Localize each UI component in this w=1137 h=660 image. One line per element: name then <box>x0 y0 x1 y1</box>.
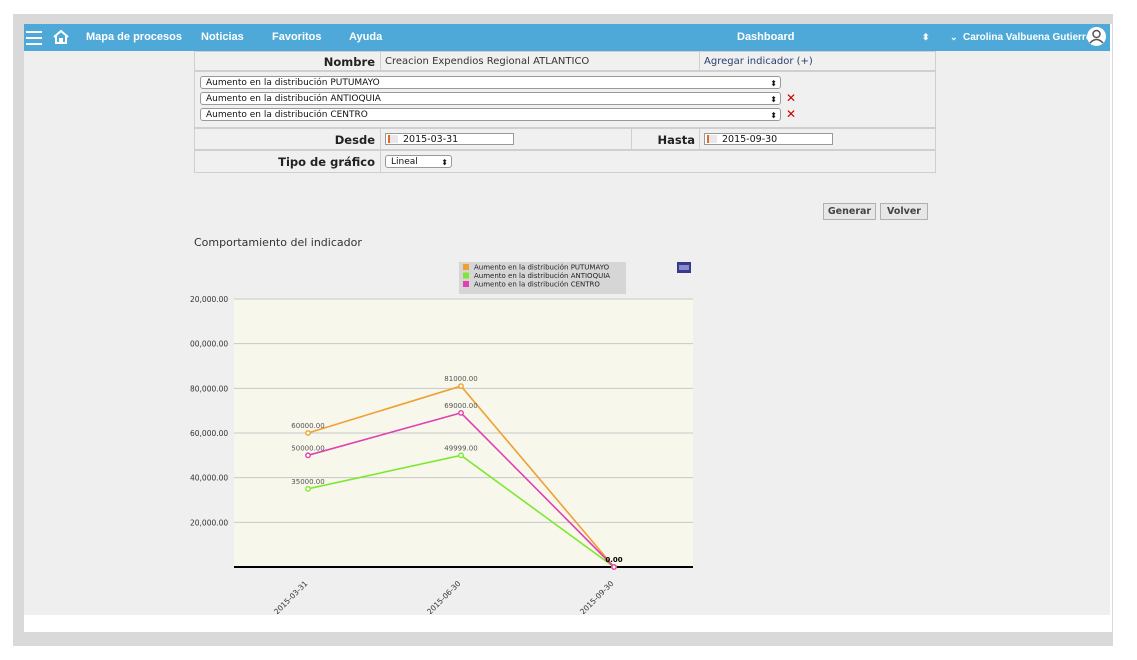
y-tick-label: 20,000.00 <box>190 295 228 304</box>
data-label: 81000.00 <box>444 375 477 383</box>
nav-noticias[interactable]: Noticias <box>201 24 244 51</box>
data-label: 50000.00 <box>291 444 324 452</box>
select-arrow-icon: ⬍ <box>441 158 448 167</box>
nav-mapa-procesos[interactable]: Mapa de procesos <box>86 24 182 51</box>
line-chart: 20,000.00 00,000.00 80,000.00 60,000.00 40,0… <box>190 262 693 614</box>
desde-date-value: 2015-03-31 <box>403 134 459 145</box>
nav-dashboard[interactable]: Dashboard <box>737 24 794 51</box>
data-point <box>458 452 464 459</box>
app-area: Mapa de procesos Noticias Favoritos Ayud… <box>24 24 1110 615</box>
calendar-icon[interactable] <box>388 135 398 143</box>
hasta-date-value: 2015-09-30 <box>722 134 778 145</box>
home-icon[interactable] <box>52 28 70 46</box>
select-arrow-icon: ⬍ <box>770 111 777 120</box>
nav-ayuda[interactable]: Ayuda <box>349 24 382 51</box>
data-point <box>305 452 311 459</box>
avatar-icon[interactable] <box>1087 27 1106 46</box>
indicador-select-3[interactable]: Aumento en la distribución CENTRO ⬍ <box>200 108 781 121</box>
y-tick-label: 20,000.00 <box>190 518 228 527</box>
indicador-select-1-value: Aumento en la distribución PUTUMAYO <box>206 78 380 88</box>
tipo-grafico-select[interactable]: Lineal ⬍ <box>385 155 452 168</box>
fechas-row: Desde 2015-03-31 Hasta 2015-09-30 <box>194 128 936 150</box>
data-point <box>305 430 311 436</box>
y-tick-label: 00,000.00 <box>190 340 228 349</box>
nav-favoritos[interactable]: Favoritos <box>272 24 322 51</box>
tipo-grafico-label: Tipo de gráfico <box>278 155 375 169</box>
agregar-indicador-link[interactable]: Agregar indicador (+) <box>704 56 813 67</box>
x-tick-label: 2015-03-31 <box>272 579 309 614</box>
x-tick-label: 2015-09-30 <box>578 579 615 614</box>
chart-title: Comportamiento del indicador <box>194 236 362 249</box>
calendar-icon[interactable] <box>707 135 717 143</box>
data-point <box>458 383 464 390</box>
tipo-grafico-row: Tipo de gráfico Lineal ⬍ <box>194 150 936 173</box>
remove-indicador-2-icon[interactable]: ✕ <box>786 92 796 104</box>
y-tick-label: 60,000.00 <box>190 429 228 438</box>
data-point <box>458 409 464 416</box>
volver-button[interactable]: Volver <box>880 203 928 220</box>
menu-icon[interactable] <box>26 31 42 45</box>
legend-label: Aumento en la distribución ANTIOQUIA <box>474 272 610 280</box>
legend-swatch <box>463 272 469 279</box>
legend-label: Aumento en la distribución PUTUMAYO <box>474 264 610 272</box>
generar-button[interactable]: Generar <box>823 203 876 220</box>
tipo-grafico-value: Lineal <box>391 157 418 167</box>
data-point <box>305 485 311 492</box>
indicador-select-2[interactable]: Aumento en la distribución ANTIOQUIA ⬍ <box>200 92 781 105</box>
data-label: 60000.00 <box>291 422 324 430</box>
nombre-label: Nombre <box>323 55 375 69</box>
chevron-down-icon[interactable]: ⌄ <box>950 24 958 51</box>
data-label: 69000.00 <box>444 402 477 410</box>
y-tick-label: 80,000.00 <box>190 384 228 393</box>
indicador-select-1[interactable]: Aumento en la distribución PUTUMAYO ⬍ <box>200 76 781 89</box>
select-arrow-icon: ⬍ <box>770 95 777 104</box>
user-name[interactable]: Carolina Valbuena Gutierrez <box>963 24 1096 51</box>
indicador-select-3-value: Aumento en la distribución CENTRO <box>206 110 368 120</box>
hasta-label: Hasta <box>657 133 696 147</box>
legend-swatch <box>463 264 469 270</box>
dashboard-select-arrow-icon[interactable]: ⬍ <box>922 24 930 51</box>
legend-label: Aumento en la distribución CENTRO <box>474 281 600 289</box>
select-arrow-icon: ⬍ <box>770 79 777 88</box>
data-label: 0.00 <box>605 556 622 564</box>
hasta-date-input[interactable]: 2015-09-30 <box>704 133 833 145</box>
indicadores-row: Aumento en la distribución PUTUMAYO ⬍ Aum… <box>194 71 936 128</box>
x-tick-label: 2015-06-30 <box>425 579 462 614</box>
nombre-value: Creacion Expendios Regional ATLANTICO <box>385 56 590 67</box>
data-label: 49999.00 <box>444 444 477 452</box>
data-label: 35000.00 <box>291 478 324 486</box>
desde-label: Desde <box>334 133 375 147</box>
data-point <box>611 564 617 570</box>
y-tick-label: 40,000.00 <box>190 474 228 483</box>
legend-swatch <box>463 281 469 287</box>
nombre-row: Nombre Creacion Expendios Regional ATLAN… <box>194 51 936 71</box>
remove-indicador-3-icon[interactable]: ✕ <box>786 108 796 120</box>
top-navbar: Mapa de procesos Noticias Favoritos Ayud… <box>24 24 1110 51</box>
desde-date-input[interactable]: 2015-03-31 <box>385 133 514 145</box>
indicador-select-2-value: Aumento en la distribución ANTIOQUIA <box>206 94 381 104</box>
